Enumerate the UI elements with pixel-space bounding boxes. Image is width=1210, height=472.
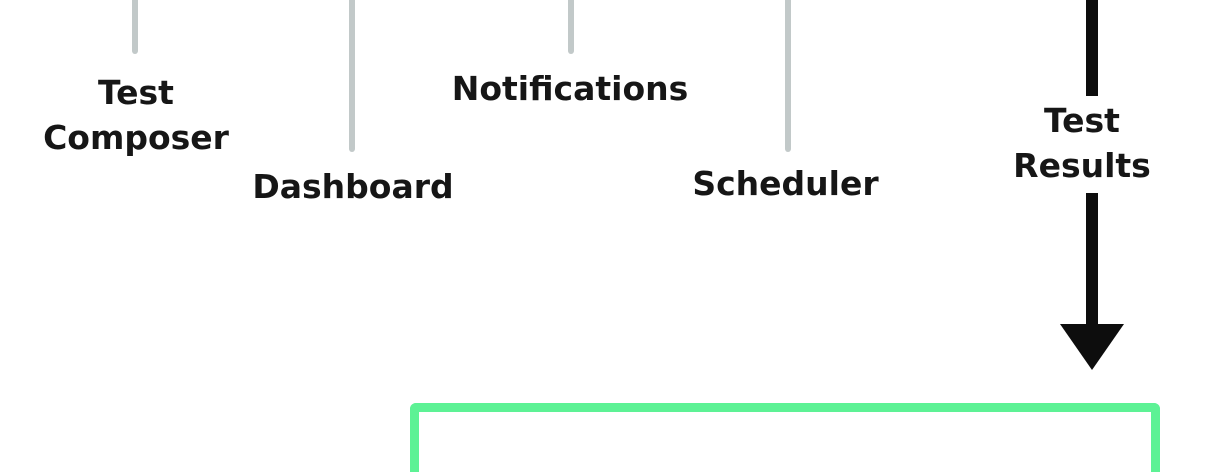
node-scheduler: Scheduler xyxy=(683,161,888,206)
connector-test-composer xyxy=(132,0,138,54)
node-dashboard: Dashboard xyxy=(240,164,466,209)
node-test-results-line2: Results xyxy=(1013,146,1151,185)
node-dashboard-label: Dashboard xyxy=(252,167,454,206)
node-test-results-line1: Test xyxy=(1044,101,1120,140)
connector-scheduler xyxy=(785,0,791,152)
connector-dashboard xyxy=(349,0,355,152)
arrow-down-icon xyxy=(1060,324,1124,370)
arrow-shaft-top xyxy=(1086,0,1098,96)
connector-notifications xyxy=(568,0,574,54)
results-container-box xyxy=(410,403,1160,472)
node-test-results: Test Results xyxy=(1000,98,1164,188)
node-notifications-label: Notifications xyxy=(451,69,689,108)
node-scheduler-label: Scheduler xyxy=(692,164,879,203)
arrow-shaft-bottom xyxy=(1086,193,1098,327)
node-test-composer-line1: Test xyxy=(98,73,174,112)
node-notifications: Notifications xyxy=(445,66,695,111)
node-test-composer-line2: Composer xyxy=(43,118,229,157)
node-test-composer: Test Composer xyxy=(36,70,236,160)
